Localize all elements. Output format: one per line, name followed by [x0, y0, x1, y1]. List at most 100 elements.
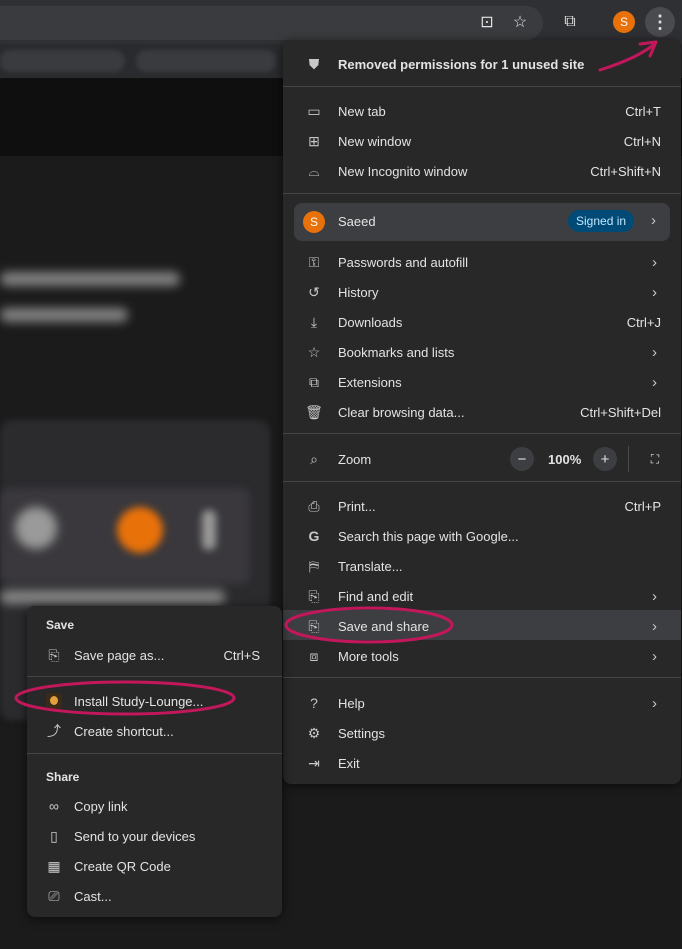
chevron-right-icon: › — [652, 253, 657, 271]
puzzle-icon[interactable]: ⧉ — [559, 11, 581, 33]
chevron-right-icon: › — [652, 647, 657, 665]
menu-item-label: History — [338, 284, 379, 300]
divider — [283, 193, 681, 194]
divider — [283, 677, 681, 678]
menu-item-label: Removed permissions for 1 unused site — [338, 56, 585, 72]
blurred-text — [0, 308, 128, 322]
shortcut-icon: ⤴ — [47, 723, 61, 739]
menu-item-label: Downloads — [338, 314, 403, 330]
blurred-text — [0, 272, 180, 286]
profile-avatar: S — [303, 211, 325, 233]
menu-item-label: Copy link — [74, 798, 128, 814]
menu-item-copy-link[interactable]: ∞ Copy link — [27, 791, 282, 821]
history-icon: ↺ — [308, 283, 320, 300]
menu-item-cast[interactable]: ⎚ Cast... — [27, 881, 282, 911]
signed-in-badge: Signed in — [568, 210, 635, 232]
menu-item-settings[interactable]: ⚙ Settings — [283, 718, 681, 748]
menu-item-permissions-notice[interactable]: ⛊ Removed permissions for 1 unused site — [283, 49, 681, 79]
menu-item-find-edit[interactable]: ⎘ Find and edit › — [283, 581, 681, 611]
puzzle-icon: ⧉ — [309, 373, 319, 390]
menu-item-print[interactable]: ⎙ Print... Ctrl+P — [283, 491, 681, 521]
menu-item-new-incognito[interactable]: ⌓ New Incognito window Ctrl+Shift+N — [283, 156, 681, 186]
menu-item-new-window[interactable]: ⊞ New window Ctrl+N — [283, 126, 681, 156]
address-bar[interactable] — [0, 6, 543, 40]
menu-item-label: Cast... — [74, 888, 112, 904]
menu-item-new-tab[interactable]: ▭ New tab Ctrl+T — [283, 96, 681, 126]
menu-item-label: Create QR Code — [74, 858, 171, 874]
blurred-text — [0, 590, 225, 604]
menu-item-history[interactable]: ↺ History › — [283, 277, 681, 307]
chrome-main-menu: ⛊ Removed permissions for 1 unused site … — [283, 40, 681, 784]
install-app-icon[interactable]: ⊡ — [476, 11, 498, 33]
menu-item-label: Save page as... — [74, 647, 165, 663]
menu-item-bookmarks[interactable]: ☆ Bookmarks and lists › — [283, 337, 681, 367]
profile-avatar[interactable]: S — [613, 11, 635, 33]
chevron-right-icon: › — [652, 283, 657, 301]
qr-code-icon: ▦ — [47, 857, 61, 874]
menu-item-label: More tools — [338, 648, 399, 664]
menu-item-label: Bookmarks and lists — [338, 344, 455, 360]
menu-item-extensions[interactable]: ⧉ Extensions › — [283, 367, 681, 397]
shortcut-label: Ctrl+Shift+Del — [580, 404, 661, 420]
shortcut-label: Ctrl+N — [623, 133, 661, 149]
menu-item-passwords[interactable]: ⚿ Passwords and autofill › — [283, 247, 681, 277]
divider — [628, 446, 629, 472]
menu-item-more-tools[interactable]: ⧈ More tools › — [283, 641, 681, 671]
menu-item-label: Clear browsing data... — [338, 404, 465, 420]
menu-item-clear-data[interactable]: 🗑 Clear browsing data... Ctrl+Shift+Del — [283, 397, 681, 427]
menu-item-label: New Incognito window — [338, 163, 468, 179]
menu-item-save-share[interactable]: ⎘ Save and share › — [283, 611, 681, 641]
app-logo-icon — [45, 692, 63, 710]
toolbox-icon: ⧈ — [309, 647, 319, 664]
menu-item-qr-code[interactable]: ▦ Create QR Code — [27, 851, 282, 881]
menu-item-label: Exit — [338, 755, 360, 771]
menu-item-install-app[interactable]: Install Study-Lounge... — [27, 686, 282, 716]
zoom-icon: ⌕ — [310, 450, 318, 467]
chevron-right-icon: › — [652, 694, 657, 712]
translate-icon: ⛿ — [308, 557, 320, 574]
star-icon[interactable]: ☆ — [509, 11, 531, 33]
menu-item-create-shortcut[interactable]: ⤴ Create shortcut... — [27, 716, 282, 746]
divider — [283, 433, 681, 434]
zoom-out-button[interactable]: − — [510, 447, 534, 471]
three-dots-vertical-icon[interactable]: ⋮ — [645, 7, 675, 37]
exit-icon: ⇥ — [308, 754, 320, 771]
blurred-icon — [15, 507, 57, 549]
chevron-right-icon: › — [652, 343, 657, 361]
chevron-right-icon: › — [652, 617, 657, 635]
new-tab-icon: ▭ — [307, 102, 321, 119]
bookmark-item[interactable] — [0, 50, 125, 72]
bookmark-item[interactable] — [136, 50, 276, 72]
shortcut-label: Ctrl+S — [223, 647, 260, 663]
key-icon: ⚿ — [308, 253, 320, 270]
zoom-level: 100% — [548, 452, 582, 467]
zoom-in-button[interactable]: + — [593, 447, 617, 471]
link-icon: ∞ — [49, 798, 59, 814]
menu-item-save-page[interactable]: ⎘ Save page as... Ctrl+S — [27, 640, 282, 670]
menu-item-translate[interactable]: ⛿ Translate... — [283, 551, 681, 581]
fullscreen-icon[interactable]: ⛶ — [643, 447, 667, 471]
menu-item-exit[interactable]: ⇥ Exit — [283, 748, 681, 778]
profile-row[interactable]: S Saeed Signed in › — [294, 203, 670, 241]
save-share-submenu: Save ⎘ Save page as... Ctrl+S Install St… — [27, 606, 282, 917]
menu-item-label: New window — [338, 133, 411, 149]
menu-item-label: Print... — [338, 498, 376, 514]
menu-item-label: Send to your devices — [74, 828, 196, 844]
menu-item-label: Settings — [338, 725, 385, 741]
menu-item-help[interactable]: ? Help › — [283, 688, 681, 718]
trash-icon: 🗑 — [305, 403, 323, 420]
divider — [283, 481, 681, 482]
menu-item-label: Extensions — [338, 374, 402, 390]
download-icon: ⤓ — [310, 313, 318, 330]
blurred-icon — [202, 510, 216, 550]
cast-icon: ⎚ — [48, 887, 60, 904]
menu-item-send-devices[interactable]: ▯ Send to your devices — [27, 821, 282, 851]
menu-item-downloads[interactable]: ⤓ Downloads Ctrl+J — [283, 307, 681, 337]
gear-icon: ⚙ — [307, 724, 321, 741]
shortcut-label: Ctrl+T — [625, 103, 661, 119]
menu-item-search-google[interactable]: G Search this page with Google... — [283, 521, 681, 551]
chevron-right-icon: › — [652, 587, 657, 605]
chevron-right-icon: › — [651, 212, 656, 229]
shield-icon: ⛊ — [308, 55, 320, 72]
menu-item-label: Search this page with Google... — [338, 528, 519, 544]
